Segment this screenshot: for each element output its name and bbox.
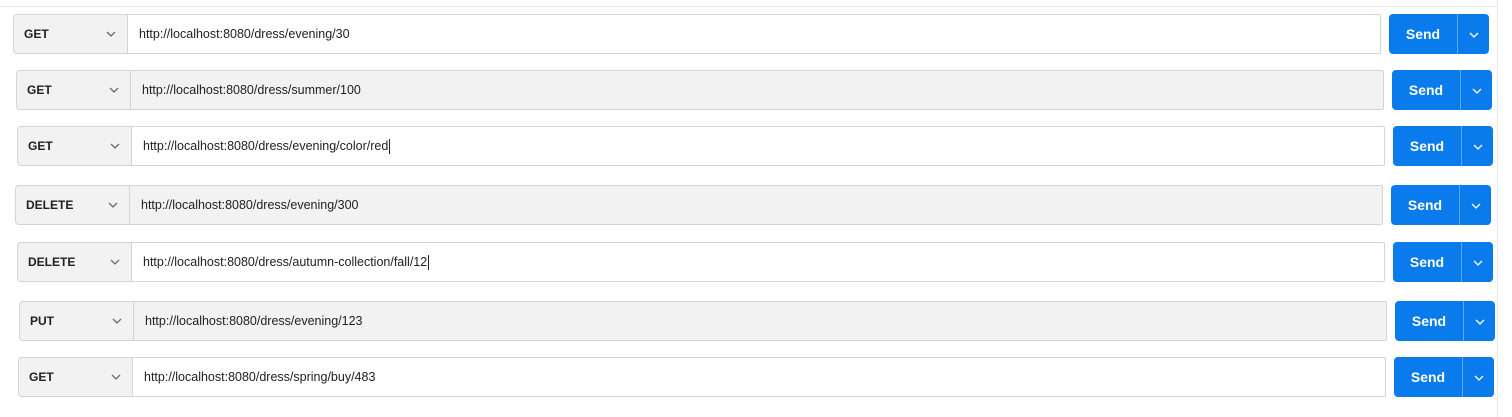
top-border — [0, 0, 1498, 7]
chevron-down-icon — [1473, 137, 1483, 155]
send-button[interactable]: Send — [1395, 301, 1463, 341]
send-button-group: Send — [1389, 14, 1489, 54]
send-button-group: Send — [1392, 70, 1492, 110]
send-button-group: Send — [1395, 301, 1495, 341]
method-select[interactable]: GET — [17, 126, 131, 166]
method-label: PUT — [30, 314, 54, 328]
send-button-group: Send — [1393, 126, 1493, 166]
text-cursor — [428, 254, 430, 270]
send-options-button[interactable] — [1460, 185, 1491, 225]
send-button-group: Send — [1393, 242, 1493, 282]
method-select[interactable]: DELETE — [15, 185, 129, 225]
request-row: PUT http://localhost:8080/dress/evening/… — [19, 301, 1495, 341]
method-label: DELETE — [26, 198, 74, 212]
send-label: Send — [1409, 138, 1445, 154]
url-text: http://localhost:8080/dress/evening/123 — [145, 314, 363, 328]
url-input[interactable]: http://localhost:8080/dress/evening/colo… — [131, 126, 1385, 166]
method-label: GET — [24, 27, 49, 41]
send-label: Send — [1409, 254, 1445, 270]
url-input[interactable]: http://localhost:8080/dress/spring/buy/4… — [132, 357, 1386, 397]
chevron-down-icon — [107, 199, 119, 211]
url-text: http://localhost:8080/dress/evening/30 — [139, 27, 350, 41]
url-text: http://localhost:8080/dress/summer/100 — [142, 83, 361, 97]
chevron-down-icon — [111, 315, 123, 327]
url-text: http://localhost:8080/dress/autumn-colle… — [143, 255, 428, 269]
request-row: GET http://localhost:8080/dress/spring/b… — [18, 357, 1494, 397]
chevron-down-icon — [1475, 312, 1485, 330]
request-row: DELETE http://localhost:8080/dress/autum… — [17, 242, 1493, 282]
send-options-button[interactable] — [1463, 357, 1494, 397]
method-label: GET — [29, 370, 54, 384]
send-options-button[interactable] — [1461, 70, 1492, 110]
chevron-down-icon — [1469, 25, 1479, 43]
chevron-down-icon — [105, 28, 117, 40]
send-options-button[interactable] — [1462, 242, 1493, 282]
send-button[interactable]: Send — [1392, 70, 1460, 110]
send-button-group: Send — [1394, 357, 1494, 397]
request-row: GET http://localhost:8080/dress/evening/… — [17, 126, 1493, 166]
text-cursor — [389, 138, 391, 154]
send-label: Send — [1411, 313, 1447, 329]
send-label: Send — [1405, 26, 1441, 42]
url-input[interactable]: http://localhost:8080/dress/summer/100 — [130, 70, 1384, 110]
chevron-down-icon — [109, 140, 121, 152]
url-text: http://localhost:8080/dress/spring/buy/4… — [144, 370, 376, 384]
url-text: http://localhost:8080/dress/evening/colo… — [143, 139, 389, 153]
method-select[interactable]: GET — [16, 70, 130, 110]
method-label: DELETE — [28, 255, 76, 269]
send-button[interactable]: Send — [1393, 126, 1461, 166]
request-row: DELETE http://localhost:8080/dress/eveni… — [15, 185, 1491, 225]
chevron-down-icon — [110, 371, 122, 383]
method-label: GET — [28, 139, 53, 153]
url-input[interactable]: http://localhost:8080/dress/evening/300 — [129, 185, 1383, 225]
method-label: GET — [27, 83, 52, 97]
send-options-button[interactable] — [1458, 14, 1489, 54]
chevron-down-icon — [108, 84, 120, 96]
method-select[interactable]: GET — [13, 14, 127, 54]
method-select[interactable]: GET — [18, 357, 132, 397]
send-label: Send — [1407, 197, 1443, 213]
send-button[interactable]: Send — [1391, 185, 1459, 225]
right-border — [1497, 0, 1498, 417]
send-button[interactable]: Send — [1394, 357, 1462, 397]
url-text: http://localhost:8080/dress/evening/300 — [141, 198, 359, 212]
chevron-down-icon — [1473, 253, 1483, 271]
chevron-down-icon — [1471, 196, 1481, 214]
chevron-down-icon — [1474, 368, 1484, 386]
url-input[interactable]: http://localhost:8080/dress/evening/30 — [127, 14, 1381, 54]
request-row: GET http://localhost:8080/dress/evening/… — [13, 14, 1489, 54]
chevron-down-icon — [1472, 81, 1482, 99]
send-button-group: Send — [1391, 185, 1491, 225]
chevron-down-icon — [109, 256, 121, 268]
send-options-button[interactable] — [1462, 126, 1493, 166]
request-row: GET http://localhost:8080/dress/summer/1… — [16, 70, 1492, 110]
send-button[interactable]: Send — [1393, 242, 1461, 282]
url-input[interactable]: http://localhost:8080/dress/evening/123 — [133, 301, 1387, 341]
send-options-button[interactable] — [1464, 301, 1495, 341]
method-select[interactable]: PUT — [19, 301, 133, 341]
url-input[interactable]: http://localhost:8080/dress/autumn-colle… — [131, 242, 1385, 282]
send-button[interactable]: Send — [1389, 14, 1457, 54]
send-label: Send — [1410, 369, 1446, 385]
send-label: Send — [1408, 82, 1444, 98]
method-select[interactable]: DELETE — [17, 242, 131, 282]
